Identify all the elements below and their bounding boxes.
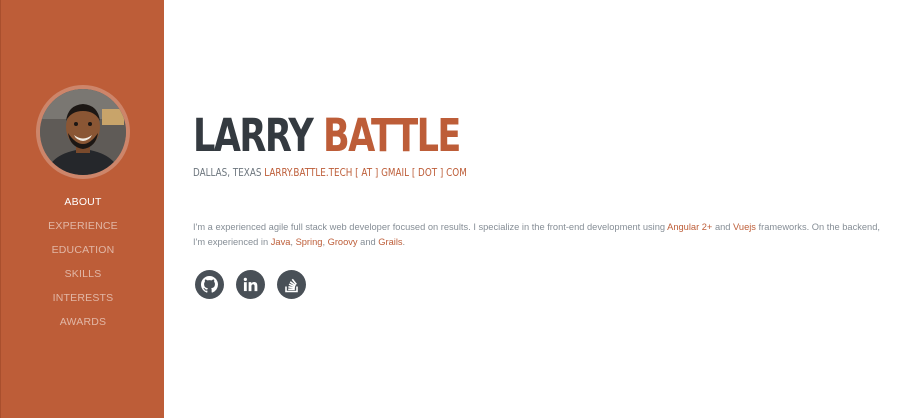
last-name: BATTLE bbox=[322, 109, 461, 162]
github-icon bbox=[201, 276, 218, 293]
skill-vuejs: Vuejs bbox=[733, 222, 756, 233]
nav-item-interests[interactable]: Interests bbox=[1, 289, 165, 313]
stackoverflow-icon bbox=[284, 278, 298, 293]
profile-avatar-ring bbox=[36, 85, 130, 179]
nav-item-education[interactable]: Education bbox=[1, 241, 165, 265]
linkedin-icon bbox=[243, 277, 258, 292]
skill-angular: Angular 2+ bbox=[667, 222, 713, 233]
bio-text: and bbox=[712, 222, 734, 233]
bio-text: and bbox=[357, 237, 379, 248]
bio-text: . bbox=[402, 237, 406, 248]
stackoverflow-button[interactable] bbox=[277, 270, 306, 299]
social-icons bbox=[195, 270, 306, 299]
email-link[interactable]: LARRY.BATTLE.TECH [ AT ] GMAIL [ DOT ] C… bbox=[264, 166, 467, 179]
skill-java: Java bbox=[270, 237, 291, 248]
sidebar-nav: About Experience Education Skills Intere… bbox=[1, 193, 165, 337]
nav-item-awards[interactable]: Awards bbox=[1, 313, 165, 337]
profile-name: LARRY BATTLE bbox=[193, 109, 461, 162]
linkedin-button[interactable] bbox=[236, 270, 265, 299]
sidebar: About Experience Education Skills Intere… bbox=[0, 0, 164, 418]
skill-spring: Spring bbox=[295, 237, 323, 248]
nav-item-about[interactable]: About bbox=[1, 193, 165, 217]
nav-item-skills[interactable]: Skills bbox=[1, 265, 165, 289]
skill-groovy: Groovy bbox=[327, 237, 358, 248]
first-name: LARRY bbox=[193, 109, 314, 162]
profile-photo bbox=[40, 89, 126, 175]
skill-grails: Grails bbox=[378, 237, 403, 248]
github-button[interactable] bbox=[195, 270, 224, 299]
profile-avatar bbox=[40, 89, 126, 175]
bio-paragraph: I'm a experienced agile full stack web d… bbox=[193, 220, 893, 250]
nav-item-experience[interactable]: Experience bbox=[1, 217, 165, 241]
location-text: DALLAS, TEXAS bbox=[193, 166, 262, 179]
bio-text: I'm a experienced agile full stack web d… bbox=[193, 222, 668, 233]
profile-subheading: DALLAS, TEXAS LARRY.BATTLE.TECH [ AT ] G… bbox=[193, 165, 467, 181]
